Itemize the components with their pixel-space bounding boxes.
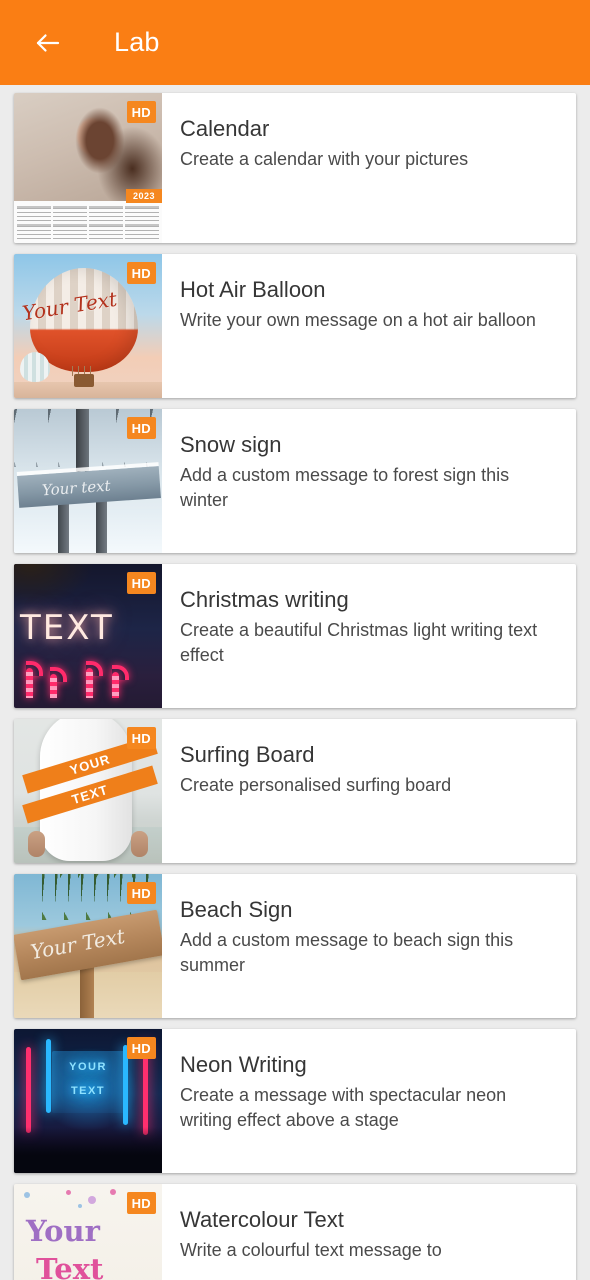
hd-badge: HD — [126, 1192, 156, 1214]
item-subtitle: Add a custom message to beach sign this … — [180, 930, 514, 975]
surfing-board-thumbnail: YOUR TEXT HD — [14, 719, 162, 863]
item-subtitle: Write a colourful text message to — [180, 1240, 442, 1260]
hd-badge: HD — [126, 417, 156, 439]
item-title: Snow sign — [180, 432, 282, 457]
christmas-writing-thumbnail: TEXT HD — [14, 564, 162, 708]
item-subtitle: Create a calendar with your pictures — [180, 149, 469, 169]
card-text-block: Watercolour Text Write a colourful text … — [162, 1184, 576, 1280]
neon-overlay-line1: YOUR — [69, 1061, 107, 1073]
item-title: Christmas writing — [180, 587, 349, 612]
card-text-block: Calendar Create a calendar with your pic… — [162, 93, 576, 243]
crowd-silhouette — [14, 1127, 162, 1173]
watercolour-overlay-line2: Text — [36, 1252, 104, 1280]
hd-badge: HD — [126, 1037, 156, 1059]
list-item-beach-sign[interactable]: Your Text HD Beach Sign Add a custom mes… — [14, 874, 576, 1018]
list-item-surfing-board[interactable]: YOUR TEXT HD Surfing Board Create person… — [14, 719, 576, 863]
item-subtitle: Create a beautiful Christmas light writi… — [180, 620, 538, 665]
page-title: Lab — [114, 27, 160, 57]
list-item-calendar[interactable]: 2023 HD Calendar Create a calendar with … — [14, 93, 576, 243]
list-item-hot-air-balloon[interactable]: Your Text HD Hot Air Balloon Write your … — [14, 254, 576, 398]
list-item-watercolour-text[interactable]: Your Text HD Watercolour Text Write a co… — [14, 1184, 576, 1280]
beach-sign-thumbnail: Your Text HD — [14, 874, 162, 1018]
card-text-block: Beach Sign Add a custom message to beach… — [162, 874, 576, 1018]
item-subtitle: Add a custom message to forest sign this… — [180, 465, 510, 510]
lab-effects-list[interactable]: 2023 HD Calendar Create a calendar with … — [0, 85, 590, 1280]
item-subtitle: Create a message with spectacular neon w… — [180, 1085, 507, 1130]
hd-badge: HD — [126, 882, 156, 904]
card-text-block: Hot Air Balloon Write your own message o… — [162, 254, 576, 398]
item-subtitle: Create personalised surfing board — [180, 775, 452, 795]
item-title: Watercolour Text — [180, 1207, 344, 1232]
neon-writing-thumbnail: YOUR TEXT HD — [14, 1029, 162, 1173]
candy-cane-lights — [24, 658, 150, 698]
watercolour-overlay-line1: Your — [26, 1214, 100, 1248]
calendar-month-grid — [14, 201, 162, 243]
item-subtitle: Write your own message on a hot air ball… — [180, 310, 536, 330]
neon-overlay-line2: TEXT — [70, 1085, 106, 1097]
card-text-block: Surfing Board Create personalised surfin… — [162, 719, 576, 863]
hd-badge: HD — [126, 101, 156, 123]
item-title: Surfing Board — [180, 742, 315, 767]
calendar-year-label: 2023 — [125, 189, 162, 203]
christmas-overlay-text: TEXT — [20, 608, 114, 648]
card-text-block: Christmas writing Create a beautiful Chr… — [162, 564, 576, 708]
list-item-christmas-writing[interactable]: TEXT HD Christmas writing Create a beaut… — [14, 564, 576, 708]
arrow-left-icon — [33, 28, 63, 58]
list-item-snow-sign[interactable]: Your text HD Snow sign Add a custom mess… — [14, 409, 576, 553]
hot-air-balloon-thumbnail: Your Text HD — [14, 254, 162, 398]
item-title: Hot Air Balloon — [180, 277, 326, 302]
item-title: Neon Writing — [180, 1052, 307, 1077]
list-item-neon-writing[interactable]: YOUR TEXT HD Neon Writing Create a messa… — [14, 1029, 576, 1173]
card-text-block: Neon Writing Create a message with spect… — [162, 1029, 576, 1173]
item-title: Beach Sign — [180, 897, 293, 922]
hd-badge: HD — [126, 727, 156, 749]
back-button[interactable] — [22, 17, 74, 69]
item-title: Calendar — [180, 116, 270, 141]
card-text-block: Snow sign Add a custom message to forest… — [162, 409, 576, 553]
snow-sign-thumbnail: Your text HD — [14, 409, 162, 553]
app-bar: Lab — [0, 0, 590, 85]
hd-badge: HD — [126, 572, 156, 594]
hd-badge: HD — [126, 262, 156, 284]
watercolour-text-thumbnail: Your Text HD — [14, 1184, 162, 1280]
calendar-thumbnail: 2023 HD — [14, 93, 162, 243]
